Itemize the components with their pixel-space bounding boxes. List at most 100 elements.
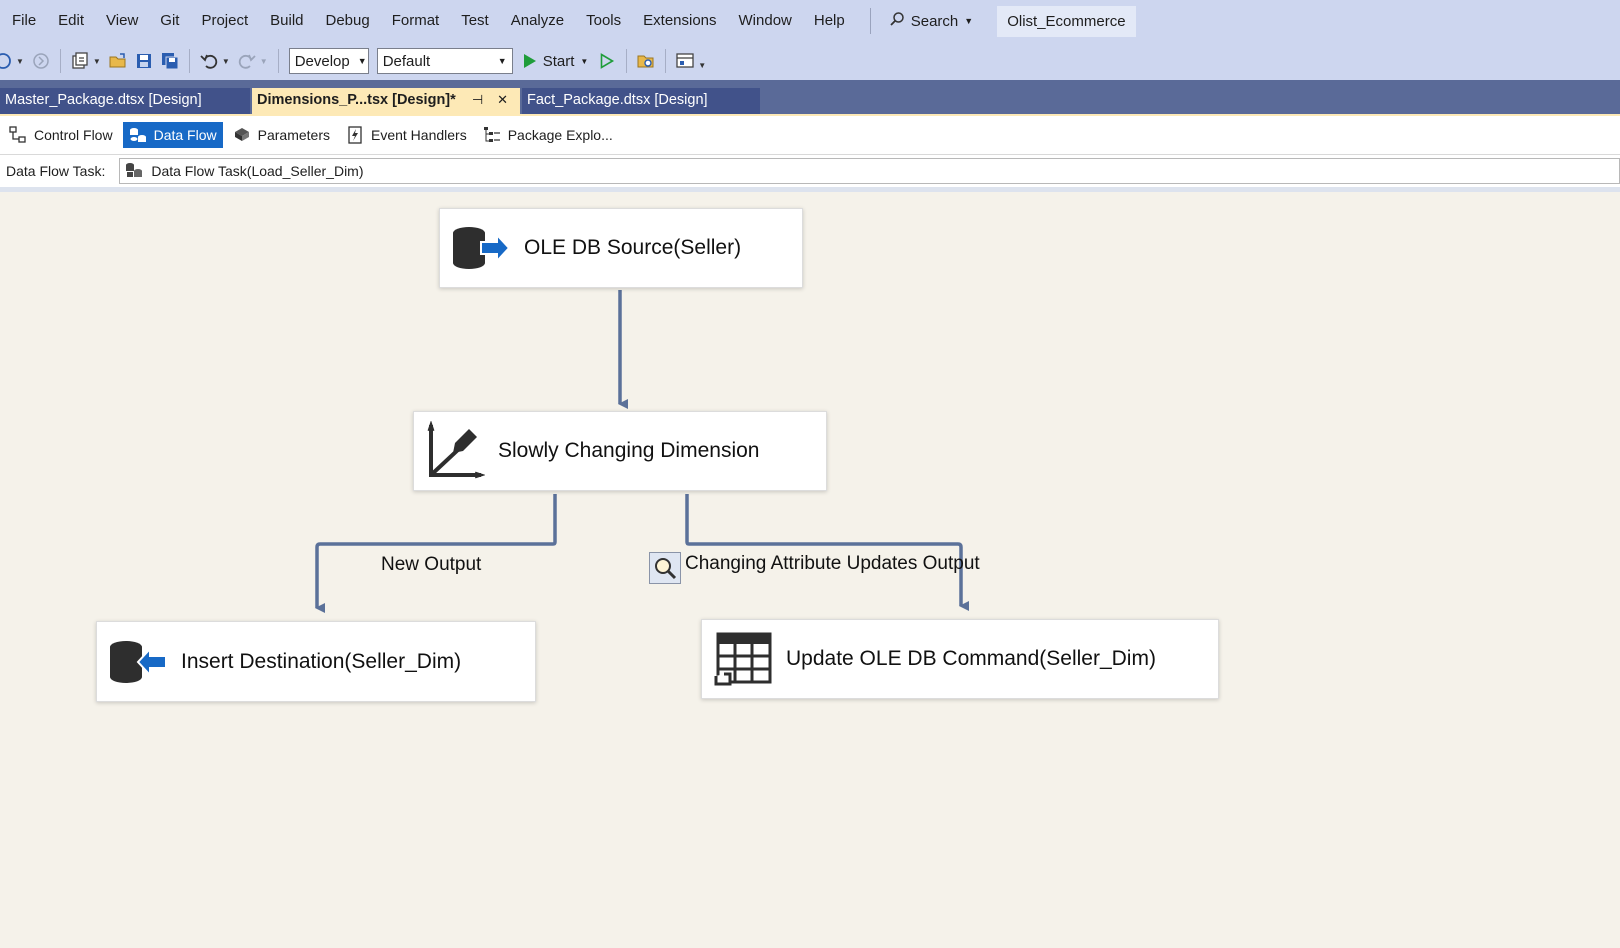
save-all-icon[interactable]	[159, 50, 181, 72]
pin-icon[interactable]: ⊣	[472, 92, 483, 108]
tab-control-flow[interactable]: Control Flow	[3, 122, 119, 148]
chevron-down-icon: ▼	[497, 56, 507, 66]
parameters-icon	[233, 126, 251, 144]
doc-tab-label: Master_Package.dtsx [Design]	[5, 92, 202, 108]
chevron-down-icon[interactable]: ▼	[222, 57, 230, 66]
path-label-changing-attribute-updates-output[interactable]: Changing Attribute Updates Output	[685, 553, 980, 575]
document-tab-strip: Master_Package.dtsx [Design] Dimensions_…	[0, 80, 1620, 114]
toolbar-separator	[59, 49, 61, 73]
standard-toolbar: ▼ ▼ ▼ ▼ Develop ▼ Default ▼ Start ▼ ▼	[0, 42, 1620, 80]
doc-tab-master-package[interactable]: Master_Package.dtsx [Design]	[0, 88, 250, 114]
solution-name-badge[interactable]: Olist_Ecommerce	[997, 5, 1136, 37]
menu-extensions[interactable]: Extensions	[632, 0, 727, 42]
chevron-down-icon: ▼	[964, 16, 974, 26]
ole-db-source-icon	[450, 217, 512, 279]
solution-configuration-value: Develop	[294, 52, 350, 70]
chevron-down-icon: ▼	[357, 56, 367, 66]
ole-db-source-component[interactable]: OLE DB Source(Seller)	[439, 208, 803, 288]
data-flow-task-icon	[125, 162, 143, 181]
menu-project[interactable]: Project	[190, 0, 259, 42]
event-handlers-icon	[346, 126, 364, 144]
path-label-new-output[interactable]: New Output	[381, 554, 481, 576]
ole-db-command-component[interactable]: Update OLE DB Command(Seller_Dim)	[701, 619, 1219, 699]
slowly-changing-dimension-component[interactable]: Slowly Changing Dimension	[413, 411, 827, 491]
menu-build[interactable]: Build	[259, 0, 314, 42]
navigate-back-icon[interactable]	[0, 50, 14, 72]
designer-tab-bar: Control Flow Data Flow Parameters Event …	[0, 114, 1620, 154]
start-label: Start	[542, 52, 575, 70]
component-label: OLE DB Source(Seller)	[524, 236, 742, 259]
data-flow-task-select[interactable]: Data Flow Task(Load_Seller_Dim)	[119, 158, 1620, 184]
doc-tab-fact-package[interactable]: Fact_Package.dtsx [Design]	[522, 88, 760, 114]
chevron-down-icon: ▼	[580, 56, 589, 66]
redo-icon[interactable]	[236, 50, 258, 72]
search-icon	[889, 11, 905, 31]
undo-icon[interactable]	[198, 50, 220, 72]
menu-edit[interactable]: Edit	[47, 0, 95, 42]
menu-file[interactable]: File	[0, 0, 47, 42]
menu-separator	[869, 8, 871, 34]
toolbar-overflow-icon[interactable]: ▼	[698, 61, 706, 70]
doc-tab-label: Fact_Package.dtsx [Design]	[527, 92, 708, 108]
tab-label: Data Flow	[153, 127, 217, 143]
toolbar-separator	[277, 49, 279, 73]
menu-analyze[interactable]: Analyze	[500, 0, 575, 42]
data-flow-task-value: Data Flow Task(Load_Seller_Dim)	[151, 163, 364, 179]
component-label: Insert Destination(Seller_Dim)	[181, 649, 462, 673]
menu-git[interactable]: Git	[149, 0, 190, 42]
data-flow-task-label: Data Flow Task:	[6, 163, 106, 179]
folder-search-icon[interactable]	[635, 50, 657, 72]
data-flow-design-surface[interactable]: OLE DB Source(Seller) Slowly Changing Di…	[0, 192, 1620, 948]
path-data-viewer-icon[interactable]	[649, 552, 681, 584]
start-debugging-button[interactable]: Start ▼	[523, 52, 589, 70]
chevron-down-icon[interactable]: ▼	[93, 57, 101, 66]
ole-db-destination-icon	[107, 631, 169, 693]
menu-bar: File Edit View Git Project Build Debug F…	[0, 0, 1620, 42]
solution-platform-value: Default	[382, 52, 431, 70]
menu-view[interactable]: View	[95, 0, 149, 42]
menu-test[interactable]: Test	[450, 0, 500, 42]
menu-format[interactable]: Format	[381, 0, 451, 42]
tab-label: Control Flow	[34, 127, 113, 143]
solution-configuration-select[interactable]: Develop ▼	[288, 48, 369, 74]
doc-tab-label: Dimensions_P...tsx [Design]*	[257, 92, 456, 108]
play-icon	[523, 54, 536, 68]
toolbar-separator	[188, 49, 190, 73]
start-without-debugging-icon[interactable]	[596, 50, 618, 72]
tab-data-flow[interactable]: Data Flow	[122, 122, 223, 148]
data-flow-icon	[129, 126, 147, 144]
toolbar-separator	[665, 49, 667, 73]
save-icon[interactable]	[133, 50, 155, 72]
menu-debug[interactable]: Debug	[315, 0, 381, 42]
toolbar-separator	[626, 49, 628, 73]
path-scd-to-update[interactable]	[685, 494, 969, 611]
close-icon[interactable]: ✕	[497, 92, 508, 108]
component-label: Update OLE DB Command(Seller_Dim)	[786, 647, 1156, 670]
search-button[interactable]: Search ▼	[879, 11, 983, 31]
path-scd-to-insert[interactable]	[315, 494, 557, 613]
solution-platform-select[interactable]: Default ▼	[376, 48, 513, 74]
navigate-forward-icon[interactable]	[30, 50, 52, 72]
new-project-icon[interactable]	[69, 50, 91, 72]
tab-event-handlers[interactable]: Event Handlers	[340, 122, 473, 148]
ole-db-destination-component[interactable]: Insert Destination(Seller_Dim)	[96, 621, 536, 702]
tab-label: Parameters	[257, 127, 330, 143]
menu-window[interactable]: Window	[728, 0, 803, 42]
component-label: Slowly Changing Dimension	[498, 439, 760, 462]
slowly-changing-dimension-icon	[424, 420, 486, 482]
chevron-down-icon[interactable]: ▼	[260, 57, 268, 66]
tab-parameters[interactable]: Parameters	[227, 122, 336, 148]
ole-db-command-icon	[712, 628, 774, 690]
search-label: Search	[910, 12, 959, 30]
tab-label: Package Explo...	[507, 127, 613, 143]
chevron-down-icon[interactable]: ▼	[16, 57, 24, 66]
control-flow-icon	[9, 126, 27, 144]
package-explorer-icon	[483, 126, 501, 144]
doc-tab-dimensions-package[interactable]: Dimensions_P...tsx [Design]* ⊣ ✕	[252, 88, 520, 114]
menu-tools[interactable]: Tools	[575, 0, 632, 42]
menu-help[interactable]: Help	[803, 0, 856, 42]
open-folder-icon[interactable]	[107, 50, 129, 72]
window-layout-icon[interactable]	[674, 50, 696, 72]
tab-package-explorer[interactable]: Package Explo...	[477, 122, 619, 148]
data-flow-task-selector-row: Data Flow Task: Data Flow Task(Load_Sell…	[0, 154, 1620, 192]
